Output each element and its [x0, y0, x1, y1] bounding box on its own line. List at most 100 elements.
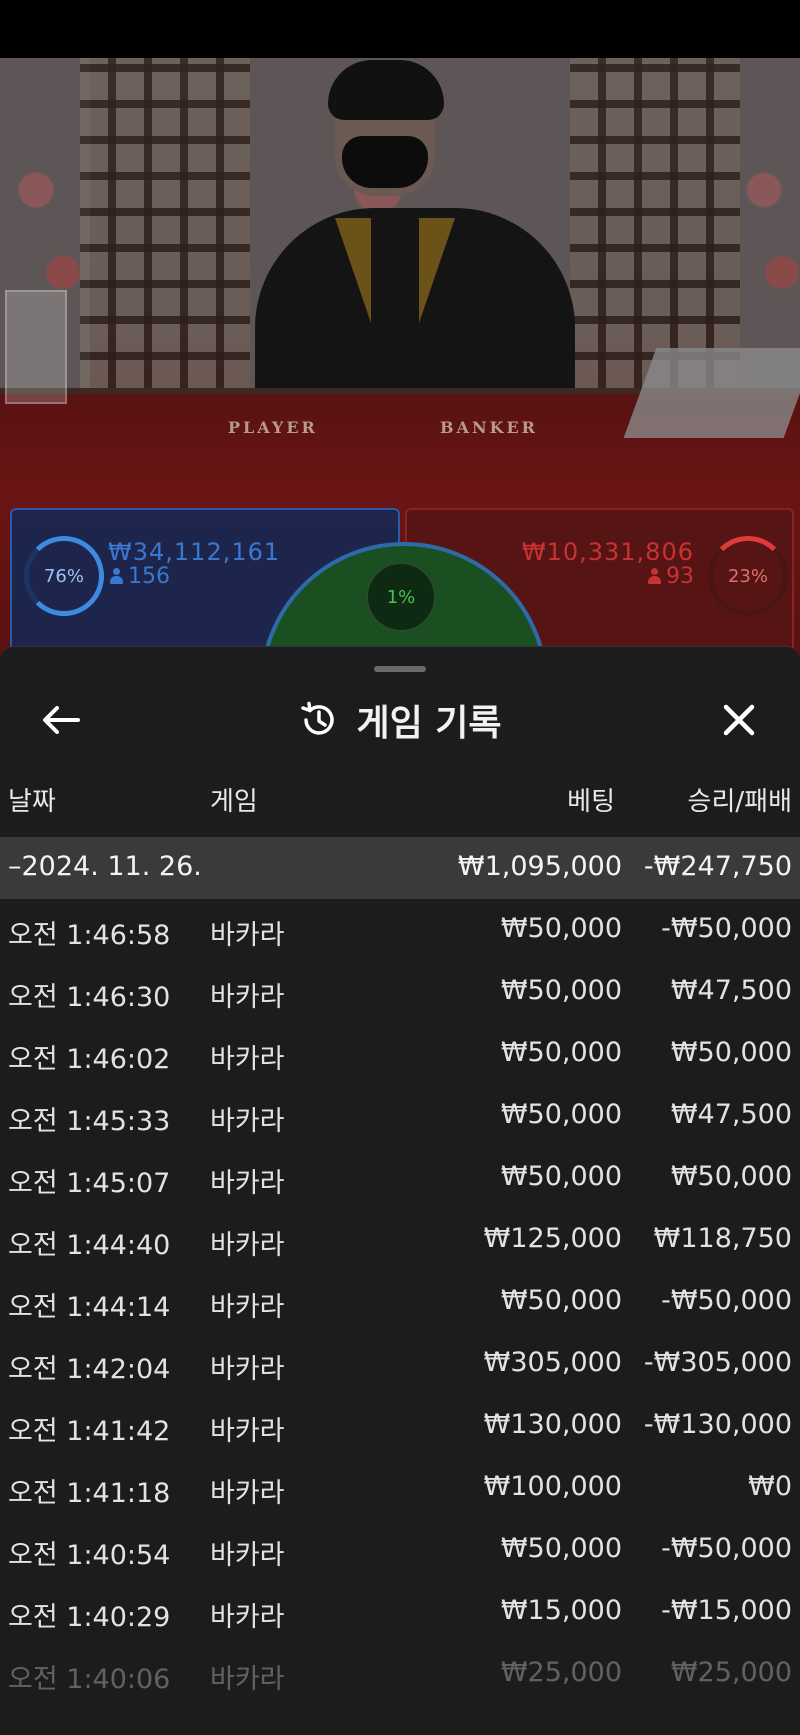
table-label-banker: BANKER	[440, 418, 538, 437]
player-bettor-count: 156	[110, 564, 170, 589]
dealer-mask	[342, 136, 428, 188]
person-icon	[110, 568, 123, 584]
banker-total-bet: ₩10,331,806	[521, 538, 694, 566]
row-time: 오전 1:45:33	[8, 1106, 171, 1137]
row-bet: ₩50,000	[500, 1037, 622, 1068]
row-game: 바카라	[210, 982, 285, 1013]
sheet-header: 게임 기록	[0, 691, 800, 749]
group-win-loss-total: -₩247,750	[643, 851, 792, 882]
close-button[interactable]	[714, 695, 764, 745]
row-game: 바카라	[210, 1478, 285, 1509]
row-time: 오전 1:40:54	[8, 1540, 171, 1571]
close-icon	[723, 704, 755, 736]
tie-percent: 1%	[366, 562, 436, 632]
row-time: 오전 1:45:07	[8, 1168, 171, 1199]
row-game: 바카라	[210, 1106, 285, 1137]
history-row[interactable]: 오전 1:46:58 바카라 ₩50,000 -₩50,000	[0, 899, 800, 961]
row-time: 오전 1:44:40	[8, 1230, 171, 1261]
history-row[interactable]: 오전 1:40:29 바카라 ₩15,000 -₩15,000	[0, 1581, 800, 1643]
column-game: 게임	[210, 787, 258, 817]
history-row[interactable]: 오전 1:44:40 바카라 ₩125,000 ₩118,750	[0, 1209, 800, 1271]
row-game: 바카라	[210, 1230, 285, 1261]
history-row[interactable]: 오전 1:44:14 바카라 ₩50,000 -₩50,000	[0, 1271, 800, 1333]
history-row[interactable]: 오전 1:40:06 바카라 ₩25,000 ₩25,000	[0, 1643, 800, 1705]
row-time: 오전 1:41:42	[8, 1416, 171, 1447]
row-time: 오전 1:46:58	[8, 920, 171, 951]
sheet-drag-handle[interactable]	[374, 666, 426, 672]
history-icon	[301, 701, 335, 735]
row-time: 오전 1:46:02	[8, 1044, 171, 1075]
row-bet: ₩50,000	[500, 1533, 622, 1564]
banker-bettor-count-value: 93	[666, 564, 694, 589]
row-bet: ₩50,000	[500, 913, 622, 944]
row-game: 바카라	[210, 1044, 285, 1075]
row-bet: ₩50,000	[500, 975, 622, 1006]
row-game: 바카라	[210, 920, 285, 951]
row-win-loss: -₩50,000	[661, 913, 792, 944]
discard-holder	[5, 290, 67, 404]
game-history-sheet: 게임 기록 날짜 게임 베팅 승리/패배 –2024. 11. 26. ₩1,0…	[0, 646, 800, 1735]
row-win-loss: ₩50,000	[670, 1161, 792, 1192]
row-win-loss: -₩50,000	[661, 1533, 792, 1564]
row-time: 오전 1:44:14	[8, 1292, 171, 1323]
table-label-player: PLAYER	[228, 418, 318, 437]
history-row[interactable]: 오전 1:42:04 바카라 ₩305,000 -₩305,000	[0, 1333, 800, 1395]
row-bet: ₩50,000	[500, 1161, 622, 1192]
row-win-loss: -₩50,000	[661, 1285, 792, 1316]
row-win-loss: ₩47,500	[670, 975, 792, 1006]
group-bet-total: ₩1,095,000	[457, 851, 622, 882]
row-win-loss: ₩0	[748, 1471, 792, 1502]
player-percent-ring: 76%	[24, 536, 104, 616]
row-win-loss: ₩25,000	[670, 1657, 792, 1688]
row-game: 바카라	[210, 1292, 285, 1323]
person-icon	[648, 568, 661, 584]
row-bet: ₩50,000	[500, 1099, 622, 1130]
wall-painting-right	[740, 58, 800, 388]
row-bet: ₩100,000	[483, 1471, 622, 1502]
row-game: 바카라	[210, 1354, 285, 1385]
dealer-hair	[328, 60, 444, 120]
player-total-bet: ₩34,112,161	[108, 538, 281, 566]
row-time: 오전 1:41:18	[8, 1478, 171, 1509]
history-row[interactable]: 오전 1:40:54 바카라 ₩50,000 -₩50,000	[0, 1519, 800, 1581]
banker-bettor-count: 93	[648, 564, 694, 589]
row-win-loss: -₩130,000	[643, 1409, 792, 1440]
group-date: –2024. 11. 26.	[8, 851, 202, 882]
row-win-loss: ₩47,500	[670, 1099, 792, 1130]
row-bet: ₩125,000	[483, 1223, 622, 1254]
row-bet: ₩25,000	[500, 1657, 622, 1688]
history-row[interactable]: 오전 1:41:18 바카라 ₩100,000 ₩0	[0, 1457, 800, 1519]
row-bet: ₩15,000	[500, 1595, 622, 1626]
column-date: 날짜	[8, 787, 56, 817]
sheet-title: 게임 기록	[356, 703, 502, 744]
top-bar	[0, 0, 800, 58]
row-game: 바카라	[210, 1168, 285, 1199]
row-win-loss: ₩50,000	[670, 1037, 792, 1068]
row-bet: ₩305,000	[483, 1347, 622, 1378]
row-time: 오전 1:40:29	[8, 1602, 171, 1633]
date-group-row[interactable]: –2024. 11. 26. ₩1,095,000 -₩247,750	[0, 837, 800, 899]
history-row[interactable]: 오전 1:46:02 바카라 ₩50,000 ₩50,000	[0, 1023, 800, 1085]
row-win-loss: -₩15,000	[661, 1595, 792, 1626]
row-time: 오전 1:46:30	[8, 982, 171, 1013]
row-time: 오전 1:42:04	[8, 1354, 171, 1385]
history-column-header: 날짜 게임 베팅 승리/패배	[0, 771, 800, 823]
banker-percent-ring: 23%	[708, 536, 788, 616]
history-row[interactable]: 오전 1:46:30 바카라 ₩50,000 ₩47,500	[0, 961, 800, 1023]
history-row[interactable]: 오전 1:41:42 바카라 ₩130,000 -₩130,000	[0, 1395, 800, 1457]
row-win-loss: -₩305,000	[643, 1347, 792, 1378]
history-list[interactable]: 오전 1:46:58 바카라 ₩50,000 -₩50,000 오전 1:46:30 바…	[0, 899, 800, 1705]
row-game: 바카라	[210, 1540, 285, 1571]
history-row[interactable]: 오전 1:45:33 바카라 ₩50,000 ₩47,500	[0, 1085, 800, 1147]
row-game: 바카라	[210, 1664, 285, 1695]
row-bet: ₩130,000	[483, 1409, 622, 1440]
history-row[interactable]: 오전 1:45:07 바카라 ₩50,000 ₩50,000	[0, 1147, 800, 1209]
column-bet: 베팅	[567, 787, 615, 817]
row-game: 바카라	[210, 1602, 285, 1633]
row-win-loss: ₩118,750	[653, 1223, 792, 1254]
row-bet: ₩50,000	[500, 1285, 622, 1316]
lattice-screen-left	[80, 58, 250, 388]
lattice-screen-right	[570, 58, 740, 388]
player-bettor-count-value: 156	[128, 564, 170, 589]
column-win-loss: 승리/패배	[687, 787, 792, 817]
